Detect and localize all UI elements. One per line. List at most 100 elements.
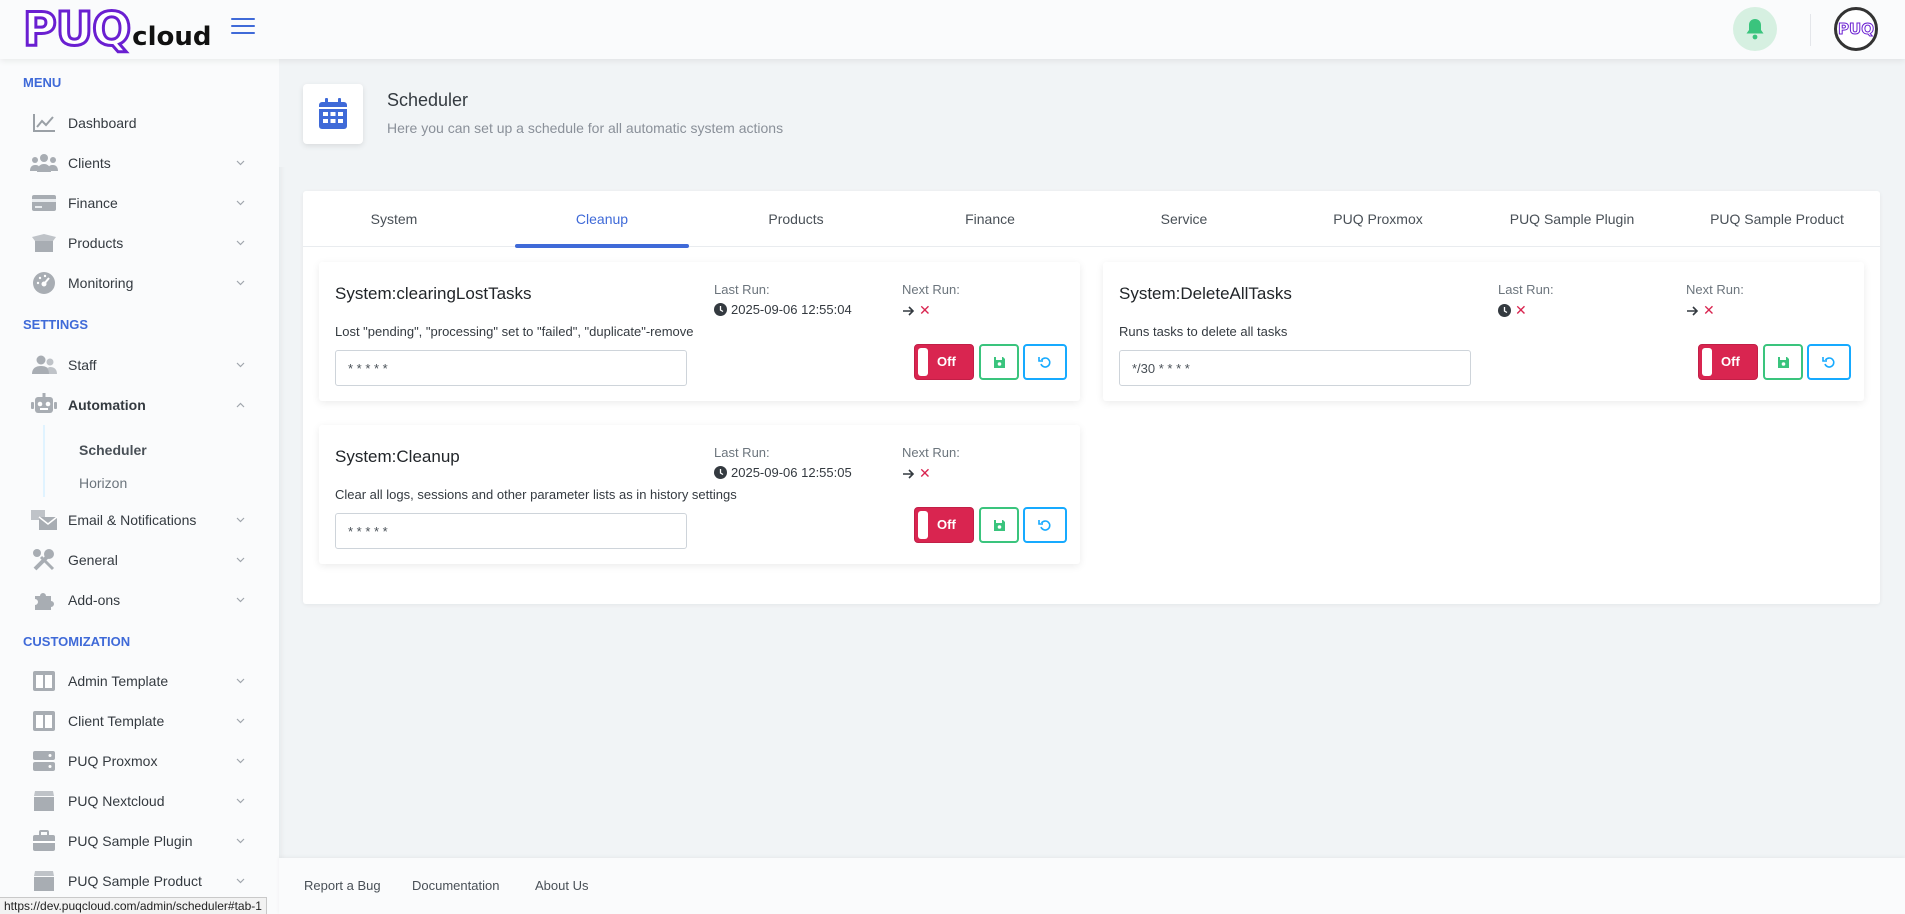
sidebar-item-label: PUQ Proxmox [68,753,158,769]
sidebar-item-automation[interactable]: Automation [30,387,245,423]
arrow-right-icon [1687,305,1699,316]
sidebar-subitem-scheduler[interactable]: Scheduler [79,442,147,458]
submenu-line [43,425,45,497]
chevron-up-icon [235,402,245,408]
sidebar-item-label: Admin Template [68,673,169,689]
task-card: System:DeleteAllTasks Last Run: ✕ Next R… [1103,262,1864,401]
columns-icon [30,709,58,733]
next-run-value: ✕ [902,302,931,319]
sidebar-item-products[interactable]: Products [30,225,245,261]
tab-puq-sample-product[interactable]: PUQ Sample Product [1679,191,1875,247]
sidebar-heading-customization: CUSTOMIZATION [23,634,131,649]
save-icon [993,519,1005,531]
chevron-down-icon [235,758,245,764]
puzzle-icon [30,588,58,612]
save-icon [993,356,1005,368]
footer-link-report-bug[interactable]: Report a Bug [304,878,381,893]
avatar[interactable]: PUQ [1834,7,1878,51]
sidebar-item-general[interactable]: General [30,542,245,578]
toggle-label: Off [937,517,956,532]
enable-toggle[interactable]: Off [914,344,974,380]
enable-toggle[interactable]: Off [1698,344,1758,380]
sidebar-item-staff[interactable]: Staff [30,347,245,383]
reset-button[interactable] [1023,507,1067,543]
undo-icon [1038,520,1051,531]
sidebar-item-puq-sample-product[interactable]: PUQ Sample Product [30,863,245,899]
next-run-value: ✕ [1686,302,1715,319]
mail-bulk-icon [30,508,58,532]
last-run-value: 2025-09-06 12:55:04 [714,302,852,317]
sidebar-item-dashboard[interactable]: Dashboard [30,105,245,141]
sidebar-item-finance[interactable]: Finance [30,185,245,221]
sidebar-item-label: Client Template [68,713,165,729]
page-title-area [279,59,1905,167]
sidebar-item-label: PUQ Sample Plugin [68,833,193,849]
sidebar-item-admin-template[interactable]: Admin Template [30,663,245,699]
sidebar: MENU Dashboard Clients Finance Products … [0,59,279,914]
briefcase-icon [30,829,58,853]
sidebar-item-label: Clients [68,155,111,171]
reset-button[interactable] [1807,344,1851,380]
times-icon: ✕ [1703,302,1715,318]
sidebar-item-label: PUQ Sample Product [68,873,202,889]
clock-icon [714,466,727,479]
chevron-down-icon [235,517,245,523]
tab-system[interactable]: System [307,191,481,247]
save-button[interactable] [1763,344,1803,380]
tab-service[interactable]: Service [1097,191,1271,247]
times-icon: ✕ [1515,302,1527,318]
sidebar-item-puq-sample-plugin[interactable]: PUQ Sample Plugin [30,823,245,859]
chevron-down-icon [235,838,245,844]
toggle-label: Off [1721,354,1740,369]
sidebar-item-monitoring[interactable]: Monitoring [30,265,245,301]
save-button[interactable] [979,507,1019,543]
sidebar-subitem-horizon[interactable]: Horizon [79,475,127,491]
chevron-down-icon [235,362,245,368]
chevron-down-icon [235,160,245,166]
sidebar-item-label: PUQ Nextcloud [68,793,165,809]
clock-icon [1498,304,1511,317]
save-button[interactable] [979,344,1019,380]
cron-input[interactable] [335,350,687,386]
chevron-down-icon [235,597,245,603]
sidebar-item-puq-nextcloud[interactable]: PUQ Nextcloud [30,783,245,819]
tab-finance[interactable]: Finance [903,191,1077,247]
last-run-time: 2025-09-06 12:55:05 [731,465,852,480]
sidebar-item-email-notifications[interactable]: Email & Notifications [30,502,245,538]
sidebar-item-clients[interactable]: Clients [30,145,245,181]
logo[interactable]: PUQ cloud [21,5,211,54]
menu-toggle-icon[interactable] [231,18,255,36]
chart-line-icon [30,111,58,135]
cron-input[interactable] [335,513,687,549]
task-description: Runs tasks to delete all tasks [1119,324,1288,339]
sidebar-item-label: General [68,552,118,568]
footer-link-documentation[interactable]: Documentation [412,878,499,893]
last-run-label: Last Run: [714,282,770,297]
tab-products[interactable]: Products [709,191,883,247]
next-run-label: Next Run: [902,445,960,460]
sidebar-item-label: Staff [68,357,97,373]
scheduler-card: System Cleanup Products Finance Service … [303,191,1880,604]
page-title: Scheduler [387,90,469,110]
clock-icon [714,303,727,316]
chevron-down-icon [235,557,245,563]
cron-input[interactable] [1119,350,1471,386]
last-run-label: Last Run: [1498,282,1554,297]
reset-button[interactable] [1023,344,1067,380]
task-description: Lost "pending", "processing" set to "fai… [335,324,694,339]
sidebar-item-add-ons[interactable]: Add-ons [30,582,245,618]
tab-cleanup[interactable]: Cleanup [515,191,689,248]
notifications-button[interactable] [1733,7,1777,51]
last-run-time: 2025-09-06 12:55:04 [731,302,852,317]
sidebar-item-client-template[interactable]: Client Template [30,703,245,739]
sidebar-item-label: Monitoring [68,275,134,291]
tab-puq-sample-plugin[interactable]: PUQ Sample Plugin [1485,191,1659,247]
tab-puq-proxmox[interactable]: PUQ Proxmox [1291,191,1465,247]
top-header: PUQ cloud PUQ [0,0,1905,59]
toggle-knob [1702,348,1712,376]
footer-link-about-us[interactable]: About Us [535,878,588,893]
sidebar-item-puq-proxmox[interactable]: PUQ Proxmox [30,743,245,779]
footer: Report a Bug Documentation About Us [279,858,1905,914]
enable-toggle[interactable]: Off [914,507,974,543]
credit-card-icon [30,191,58,215]
